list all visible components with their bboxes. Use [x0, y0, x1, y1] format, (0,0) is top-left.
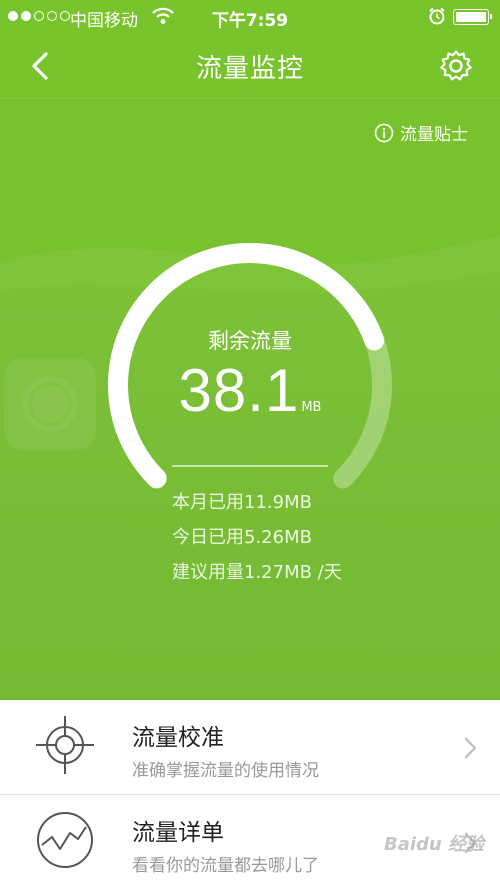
clock: 下午7:59	[211, 11, 289, 31]
list-item-subtitle: 准确掌握流量的使用情况	[132, 761, 319, 781]
watermark: Baidu 经验	[384, 834, 485, 855]
alarm-icon	[429, 7, 445, 25]
list-item-calibration[interactable]: 流量校准 准确掌握流量的使用情况	[0, 700, 500, 795]
usage-stats: 本月已用11.9MB 今日已用5.26MB 建议用量1.27MB /天	[172, 488, 342, 593]
gauge-divider	[172, 465, 328, 467]
nav-bar: 流量监控	[0, 34, 500, 98]
traffic-tips-label: 流量贴士	[400, 125, 468, 145]
gear-icon[interactable]	[438, 48, 474, 84]
chevron-right-icon	[464, 737, 477, 759]
traffic-tips-link[interactable]: 流量贴士	[374, 120, 468, 145]
page-title: 流量监控	[195, 54, 304, 84]
battery-icon	[453, 9, 492, 25]
trend-chart-icon	[37, 812, 93, 868]
gauge-label: 剩余流量	[208, 329, 292, 353]
suggested-usage-text: 建议用量1.27MB /天	[172, 562, 342, 583]
month-used-text: 本月已用11.9MB	[172, 492, 312, 513]
today-used-text: 今日已用5.26MB	[172, 527, 312, 548]
list-item-title: 流量详单	[132, 820, 224, 846]
info-icon	[374, 123, 394, 142]
remaining-traffic-unit: MB	[301, 400, 322, 415]
hero-panel: 剩余流量 38.1 MB 本月已用11.9MB 今日已用5.26MB 建议用量1.…	[0, 0, 500, 700]
gauge-reading: 38.1 MB	[0, 356, 500, 425]
remaining-traffic-value: 38.1	[178, 357, 300, 424]
nav-divider	[0, 98, 500, 99]
list-item-title: 流量校准	[132, 725, 224, 751]
list-item-subtitle: 看看你的流量都去哪儿了	[132, 856, 319, 876]
status-bar: 中国移动 下午7:59	[0, 0, 500, 34]
feature-list: 流量校准 准确掌握流量的使用情况 流量详单 看看你的流量都去哪儿了	[0, 700, 500, 888]
crosshair-icon	[36, 716, 94, 774]
